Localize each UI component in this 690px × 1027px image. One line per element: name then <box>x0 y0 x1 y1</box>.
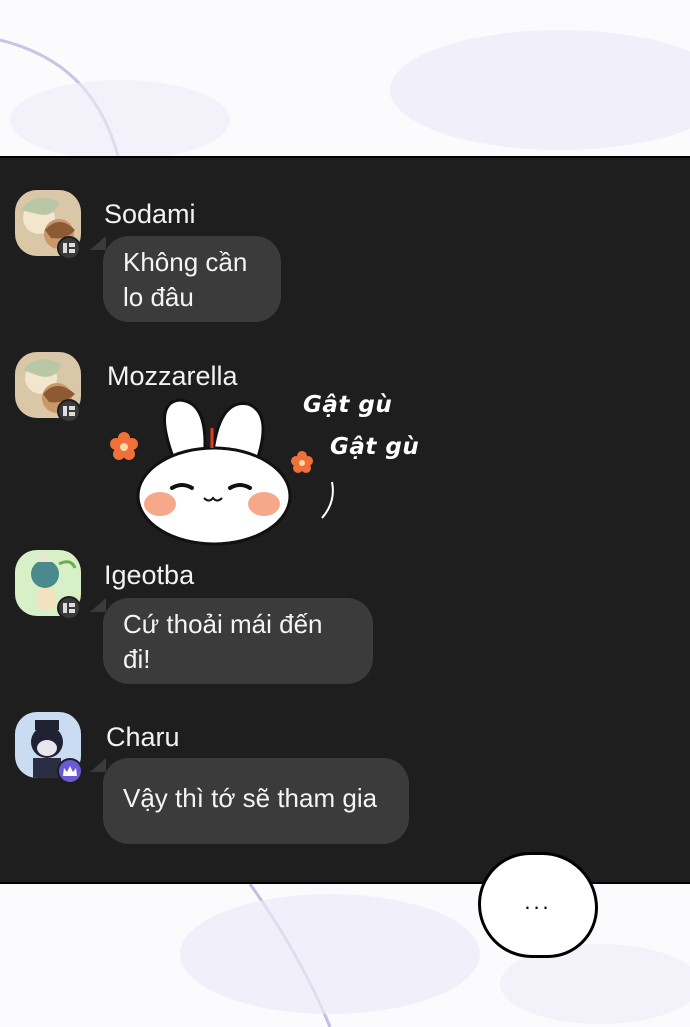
member-badge-icon <box>57 596 81 620</box>
username: Sodami <box>104 199 196 229</box>
sticker-caption: Gật gù <box>330 434 420 460</box>
background-top <box>0 0 690 156</box>
typing-indicator-bubble: ... <box>478 852 598 958</box>
crown-badge-icon <box>57 758 83 784</box>
message-bubble: Vậy thì tớ sẽ tham gia <box>103 758 409 844</box>
bubble-tail <box>90 598 106 612</box>
message-bubble: Không cần lo đâu <box>103 236 281 322</box>
sticker-caption: Gật gù <box>303 392 393 418</box>
member-badge-icon <box>57 236 81 260</box>
typing-indicator-text: ... <box>524 889 552 914</box>
message-bubble: Cứ thoải mái đến đi! <box>103 598 373 684</box>
bubble-tail <box>90 236 106 250</box>
member-badge-icon <box>57 399 81 423</box>
bubble-tail <box>90 758 106 772</box>
username: Charu <box>106 722 180 752</box>
username: Mozzarella <box>107 361 238 391</box>
username: Igeotba <box>104 560 195 590</box>
